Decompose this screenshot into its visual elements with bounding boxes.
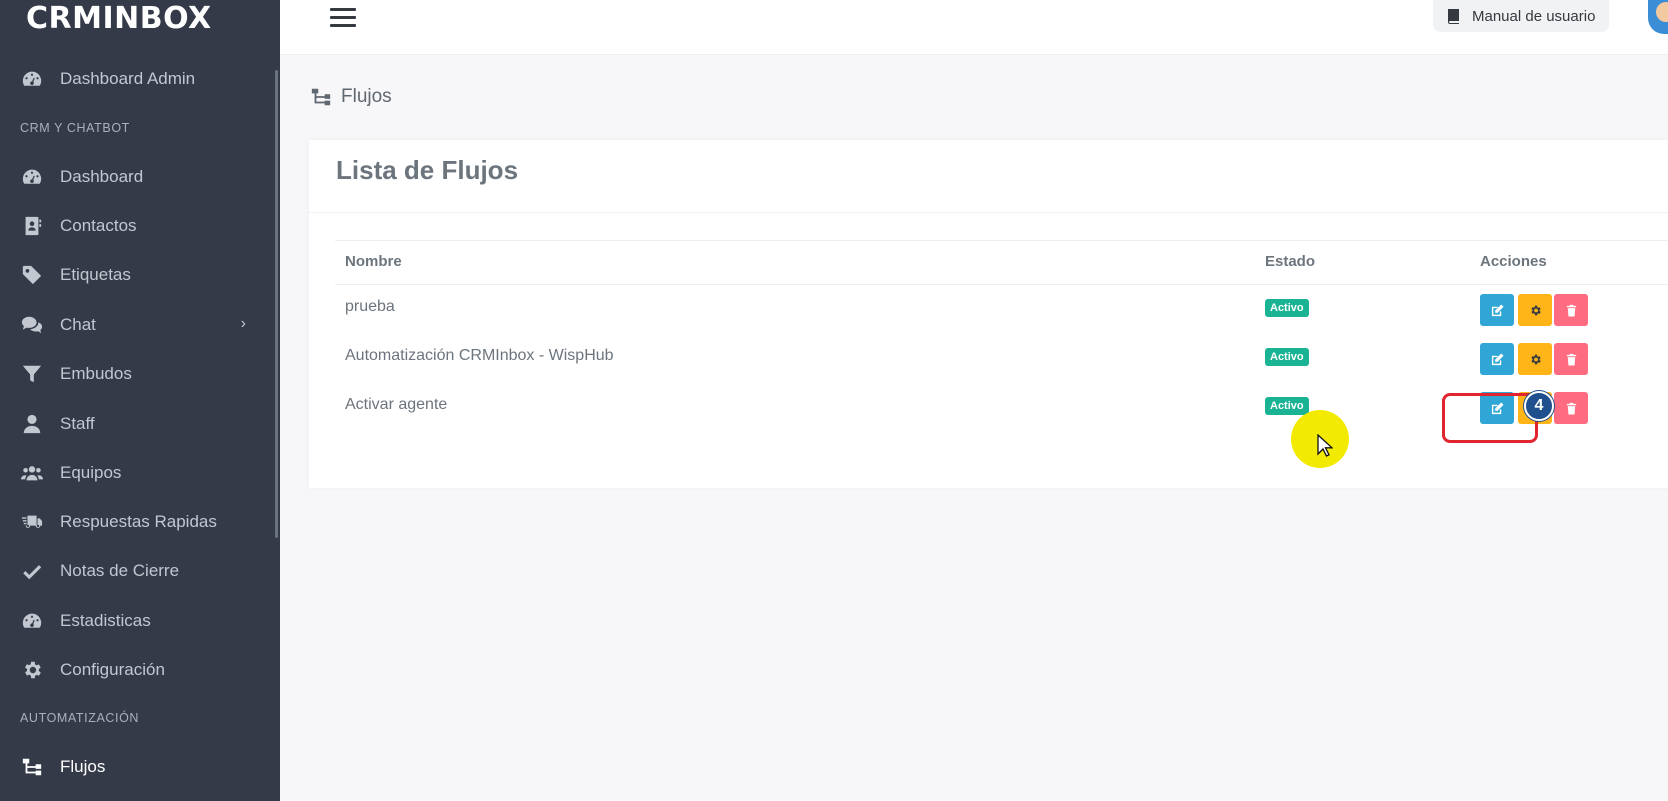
breadcrumb-title: Flujos [341, 86, 392, 107]
card-divider [309, 212, 1668, 213]
sidebar-item-equipos[interactable]: Equipos [0, 453, 272, 493]
sidebar-item-estadisticas[interactable]: Estadisticas [0, 601, 272, 641]
sitemap-icon [20, 755, 44, 779]
step-number-badge: 4 [1524, 391, 1554, 421]
table-cell-nombre: Automatización CRMInbox - WispHub [345, 347, 614, 364]
sidebar-item-chat[interactable]: Chat › [0, 305, 272, 345]
table-header-divider [335, 284, 1668, 285]
gear-icon [1530, 305, 1541, 315]
gear-icon [20, 658, 44, 682]
truck-fast-icon [20, 510, 44, 534]
sidebar-scrollbar[interactable] [275, 70, 278, 538]
card-title: Lista de Flujos [336, 155, 519, 185]
filter-icon [20, 362, 44, 386]
topbar: Manual de usuario [280, 0, 1668, 55]
sidebar-item-notas-de-cierre[interactable]: Notas de Cierre [0, 551, 272, 591]
config-button[interactable] [1518, 294, 1552, 326]
sidebar-item-flujos[interactable]: Flujos [0, 747, 272, 787]
trash-icon [1566, 353, 1576, 366]
nav-header-automatizacion: AUTOMATIZACIÓN [20, 711, 140, 725]
table-cell-nombre: prueba [345, 298, 395, 315]
tachometer-icon [20, 67, 44, 91]
book-icon [1448, 8, 1459, 24]
sidebar-item-label: Dashboard Admin [60, 69, 196, 88]
avatar[interactable] [1648, 0, 1668, 34]
manual-de-usuario-button[interactable]: Manual de usuario [1433, 0, 1610, 32]
users-icon [20, 461, 44, 485]
sidebar-item-label: Embudos [60, 364, 132, 383]
config-button[interactable] [1518, 343, 1552, 375]
status-badge: Activo [1265, 299, 1309, 317]
nav-header-crm: CRM Y CHATBOT [20, 121, 130, 135]
sidebar-item-embudos[interactable]: Embudos [0, 354, 272, 394]
address-book-icon [20, 214, 44, 238]
column-header-acciones: Acciones [1480, 253, 1547, 270]
table-top-border [335, 240, 1668, 241]
tachometer-icon [20, 609, 44, 633]
sidebar-item-dashboard[interactable]: Dashboard [0, 157, 272, 197]
sidebar-item-label: Staff [60, 414, 95, 433]
sidebar-item-label: Notas de Cierre [60, 561, 180, 580]
edit-button[interactable] [1480, 343, 1514, 375]
sidebar-item-label: Contactos [60, 216, 137, 235]
sidebar-item-label: Flujos [60, 757, 106, 776]
sidebar-item-label: Respuestas Rapidas [60, 512, 217, 531]
edit-button-highlight [1442, 393, 1538, 443]
edit-icon [1491, 352, 1504, 365]
sidebar-item-label: Equipos [60, 463, 122, 482]
sidebar-item-label: Configuración [60, 660, 165, 679]
sidebar-item-respuestas-rapidas[interactable]: Respuestas Rapidas [0, 502, 272, 542]
trash-icon [1566, 402, 1576, 415]
logo-text: CRMINBOX [26, 1, 212, 36]
sidebar-item-label: Etiquetas [60, 265, 131, 284]
sidebar-item-label: Estadisticas [60, 611, 151, 630]
user-icon [20, 412, 44, 436]
sidebar-item-configuracion[interactable]: Configuración [0, 650, 272, 690]
edit-icon [1491, 303, 1504, 316]
sidebar-item-contactos[interactable]: Contactos [0, 206, 272, 246]
sidebar-item-staff[interactable]: Staff [0, 404, 272, 444]
edit-button[interactable] [1480, 294, 1514, 326]
sidebar-item-label: Dashboard [60, 167, 144, 186]
column-header-estado[interactable]: Estado [1265, 253, 1315, 270]
gear-icon [1530, 354, 1541, 364]
delete-button[interactable] [1554, 343, 1588, 375]
status-badge: Activo [1265, 397, 1309, 415]
chevron-right-icon: › [240, 315, 246, 332]
tag-icon [20, 263, 44, 287]
manual-label: Manual de usuario [1472, 7, 1596, 25]
sitemap-icon [311, 88, 331, 106]
table-cell-nombre: Activar agente [345, 396, 448, 413]
sidebar-item-dashboard-admin[interactable]: Dashboard Admin [0, 59, 272, 99]
trash-icon [1566, 304, 1576, 317]
check-icon [20, 559, 44, 583]
menu-toggle-icon[interactable] [330, 8, 356, 32]
sidebar-item-etiquetas[interactable]: Etiquetas [0, 255, 272, 295]
sidebar: CRMINBOX Dashboard Admin CRM Y CHATBOT D… [0, 0, 280, 801]
sidebar-item-label: Chat [60, 315, 96, 334]
column-header-nombre[interactable]: Nombre [345, 253, 402, 270]
delete-button[interactable] [1554, 392, 1588, 424]
status-badge: Activo [1265, 348, 1309, 366]
page-title: Flujos [309, 86, 392, 108]
comments-icon [20, 313, 44, 337]
tachometer-icon [20, 165, 44, 189]
delete-button[interactable] [1554, 294, 1588, 326]
brand-logo[interactable]: CRMINBOX [0, 0, 280, 42]
mouse-cursor-icon [1317, 434, 1333, 457]
